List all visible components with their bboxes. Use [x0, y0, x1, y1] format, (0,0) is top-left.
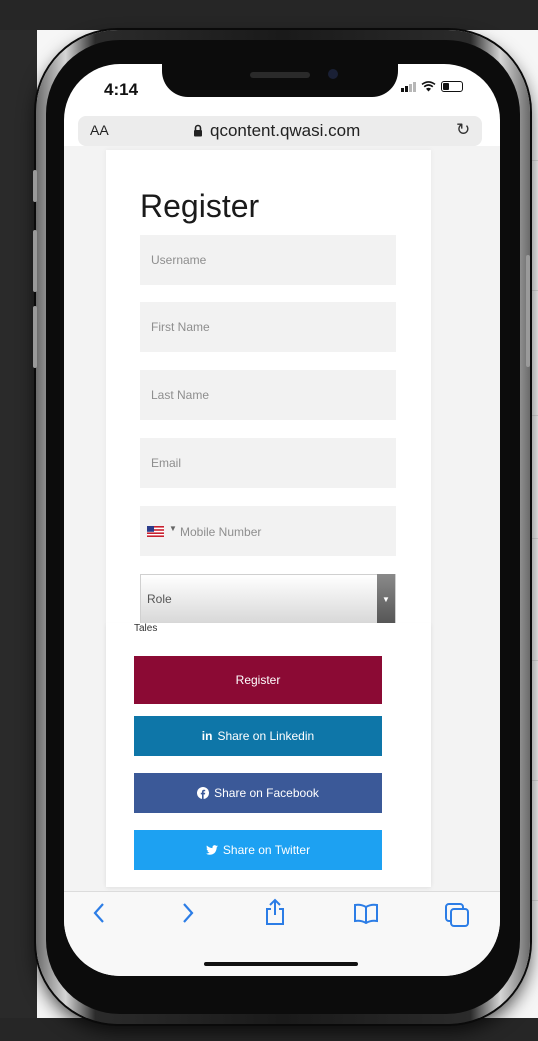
lock-icon: [194, 124, 202, 137]
reload-icon[interactable]: ↻: [456, 120, 470, 140]
address-bar[interactable]: AA qcontent.qwasi.com ↻: [78, 116, 482, 146]
email-input[interactable]: [140, 438, 396, 488]
share-icon[interactable]: [264, 898, 286, 934]
side-button: [33, 230, 37, 292]
chevron-down-icon[interactable]: ▼: [377, 574, 395, 624]
cutoff-text: Tales: [134, 623, 158, 634]
battery-icon: [441, 81, 463, 92]
first-name-input[interactable]: [140, 302, 396, 352]
wifi-icon: [421, 81, 436, 92]
us-flag-icon[interactable]: [147, 526, 164, 537]
role-select[interactable]: Role ▼: [140, 574, 396, 624]
text-size-button[interactable]: AA: [90, 122, 109, 138]
facebook-icon: [197, 787, 210, 799]
register-button[interactable]: Register: [134, 656, 382, 704]
share-facebook-button[interactable]: Share on Facebook: [134, 773, 382, 813]
page-title: Register: [140, 188, 260, 224]
signal-icon: [401, 82, 416, 92]
url-text[interactable]: qcontent.qwasi.com: [210, 121, 360, 141]
backdrop-left-strip: [0, 30, 37, 1018]
status-icons: [401, 81, 463, 92]
status-time: 4:14: [104, 80, 139, 99]
phone-screen: 4:14 AA qcontent.qwasi.com ↻ Register Us…: [64, 64, 500, 976]
share-linkedin-label: Share on Linkedin: [217, 729, 315, 743]
notch: [162, 64, 398, 97]
chevron-right-icon[interactable]: [181, 902, 195, 932]
side-button: [33, 170, 37, 202]
speaker: [250, 72, 310, 78]
home-indicator: [204, 962, 358, 966]
role-select-label: Role: [147, 592, 172, 606]
register-button-label: Register: [235, 673, 281, 687]
mobile-number-input[interactable]: [178, 506, 392, 558]
username-input[interactable]: [140, 235, 396, 285]
share-linkedin-button[interactable]: in Share on Linkedin: [134, 716, 382, 756]
side-button: [33, 306, 37, 368]
share-facebook-label: Share on Facebook: [214, 786, 319, 800]
country-dropdown-icon[interactable]: ▼: [169, 524, 177, 533]
share-twitter-label: Share on Twitter: [222, 843, 311, 857]
actions-card: Tales Register in Share on Linkedin Shar…: [106, 623, 431, 887]
chevron-left-icon[interactable]: [92, 902, 106, 932]
side-button: [526, 255, 530, 367]
mobile-number-field: ▼: [140, 506, 396, 558]
last-name-input[interactable]: [140, 370, 396, 420]
linkedin-icon: in: [201, 729, 213, 743]
book-icon[interactable]: [353, 902, 379, 932]
tabs-icon[interactable]: [444, 902, 470, 936]
camera: [328, 69, 338, 79]
share-twitter-button[interactable]: Share on Twitter: [134, 830, 382, 870]
twitter-icon: [205, 845, 218, 855]
